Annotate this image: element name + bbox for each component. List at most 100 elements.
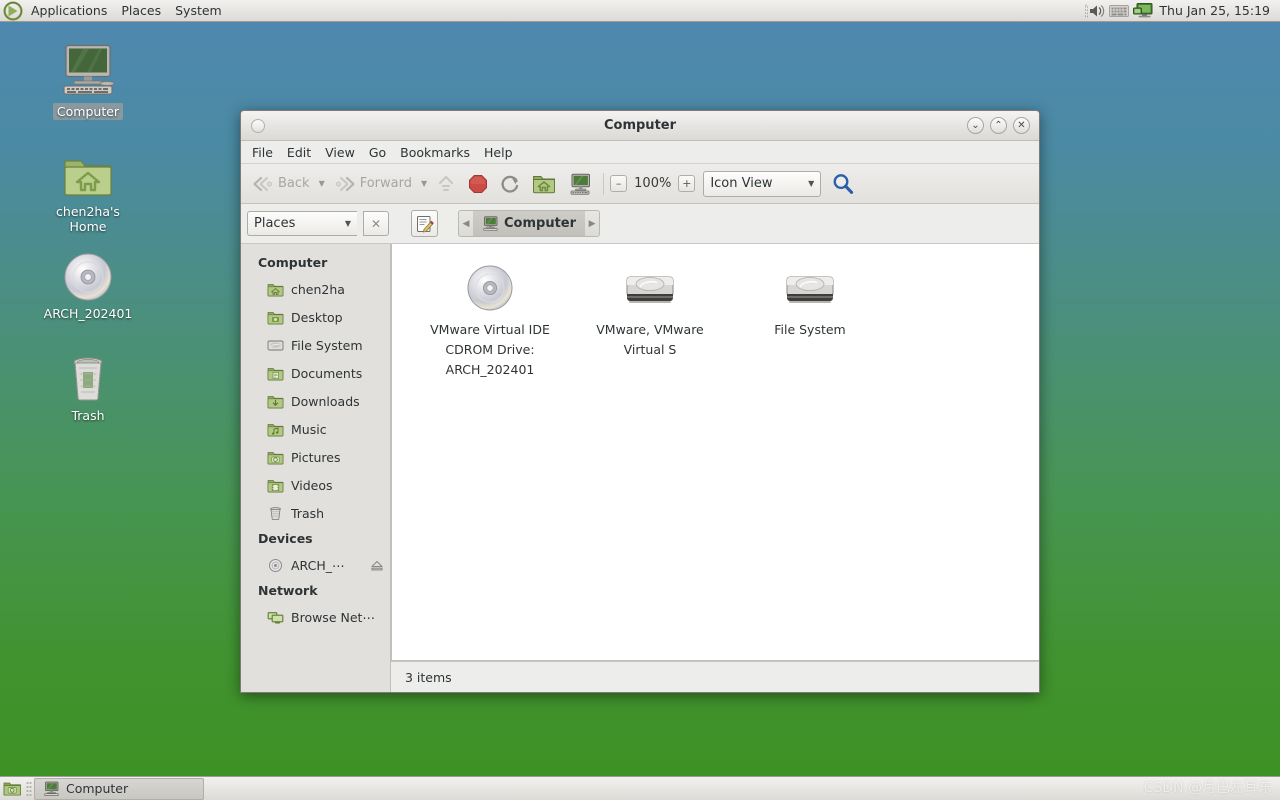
breadcrumb-crumb-computer[interactable]: Computer [473, 210, 586, 237]
desktop-folder-icon [267, 310, 284, 325]
forward-dropdown-icon[interactable]: ▼ [419, 179, 429, 188]
network-monitor-icon[interactable] [1133, 2, 1153, 19]
sidebar-item-arch-device[interactable]: ARCH_⋯ [241, 551, 390, 579]
sidebar-header-network: Network [258, 583, 318, 598]
close-sidebar-button[interactable]: ✕ [363, 211, 389, 236]
up-button[interactable] [431, 171, 461, 197]
file-item-file-system[interactable]: File System [730, 258, 890, 384]
menubar-edit[interactable]: Edit [280, 143, 318, 162]
view-mode-select[interactable]: Icon View ▼ [703, 170, 822, 197]
menubar-help[interactable]: Help [477, 143, 520, 162]
breadcrumb-next-button[interactable]: ▶ [585, 210, 601, 237]
sidebar-item-downloads[interactable]: Downloads [241, 387, 390, 415]
home-folder-icon [32, 142, 144, 200]
volume-speaker-icon[interactable] [1085, 2, 1105, 20]
sidebar-item-videos[interactable]: Videos [241, 471, 390, 499]
window-menu-icon[interactable] [251, 118, 265, 133]
panel-tray: Thu Jan 25, 15:19 [1085, 2, 1280, 20]
pictures-folder-icon [267, 450, 284, 465]
menubar: File Edit View Go Bookmarks Help [241, 141, 1039, 164]
documents-folder-icon [267, 366, 284, 381]
sidebar: Computer chen2ha Desktop File System Doc… [241, 244, 391, 692]
back-button[interactable]: Back [247, 173, 315, 195]
cdrom-disc-icon [416, 262, 564, 314]
menubar-go[interactable]: Go [362, 143, 393, 162]
zoom-level: 100% [634, 176, 672, 191]
location-bar: Places ▼ ✕ ◀ Computer ▶ [241, 204, 1039, 244]
stop-icon [468, 174, 488, 194]
sidebar-item-pictures[interactable]: Pictures [241, 443, 390, 471]
reload-button[interactable] [495, 171, 525, 197]
desktop-icon-trash[interactable]: Trash [32, 346, 144, 424]
sidebar-item-label: Browse Net⋯ [291, 609, 375, 625]
eject-icon[interactable] [370, 559, 384, 572]
chevron-down-icon: ▼ [808, 179, 815, 188]
menu-applications[interactable]: Applications [24, 1, 114, 20]
gnome-foot-icon[interactable] [2, 0, 24, 21]
forward-button[interactable]: Forward [329, 173, 417, 195]
back-label: Back [278, 176, 310, 191]
zoom-out-button[interactable]: – [610, 175, 628, 192]
panel-grip[interactable] [26, 780, 32, 797]
desktop-icon-cdrom[interactable]: ARCH_202401 [32, 244, 144, 322]
breadcrumb-prev-button[interactable]: ◀ [458, 210, 473, 237]
desktop-icon-label: chen2ha's Home [56, 204, 120, 234]
forward-label: Forward [359, 176, 412, 191]
menubar-view[interactable]: View [318, 143, 362, 162]
icon-view[interactable]: VMware Virtual IDE CDROM Drive: ARCH_202… [391, 244, 1039, 661]
minimize-button[interactable]: ⌄ [967, 117, 984, 134]
arrow-left-icon [252, 176, 274, 192]
menubar-file[interactable]: File [245, 143, 280, 162]
stop-button[interactable] [463, 171, 493, 197]
back-dropdown-icon[interactable]: ▼ [317, 179, 327, 188]
home-button[interactable] [527, 170, 561, 197]
trash-icon [32, 346, 144, 404]
close-button[interactable]: ✕ [1013, 117, 1030, 134]
zoom-in-button[interactable]: + [678, 175, 696, 192]
sidebar-item-label: File System [291, 337, 363, 353]
menu-places[interactable]: Places [114, 1, 168, 20]
edit-location-button[interactable] [411, 210, 438, 237]
window-titlebar[interactable]: Computer ⌄ ⌃ ✕ [241, 111, 1039, 141]
view-mode-label: Icon View [710, 176, 773, 191]
music-folder-icon [267, 422, 284, 437]
desktop-icon-label: Trash [71, 408, 105, 423]
toolbar: Back ▼ Forward ▼ – 100% + Icon View ▼ [241, 164, 1039, 204]
file-item-label: VMware Virtual IDE CDROM Drive: ARCH_202… [430, 322, 550, 377]
menubar-bookmarks[interactable]: Bookmarks [393, 143, 477, 162]
places-select[interactable]: Places ▼ [247, 211, 357, 236]
sidebar-item-trash[interactable]: Trash [241, 499, 390, 527]
sidebar-item-desktop[interactable]: Desktop [241, 303, 390, 331]
search-button[interactable] [827, 170, 859, 198]
sidebar-item-file-system[interactable]: File System [241, 331, 390, 359]
file-item-label: File System [774, 322, 846, 337]
show-desktop-icon[interactable] [0, 780, 24, 797]
panel-clock[interactable]: Thu Jan 25, 15:19 [1157, 3, 1272, 18]
desktop-icon-label: ARCH_202401 [43, 306, 133, 321]
sidebar-item-label: chen2ha [291, 281, 345, 297]
sidebar-item-label: Desktop [291, 309, 343, 325]
computer-icon [32, 42, 144, 100]
downloads-folder-icon [267, 394, 284, 409]
window-body: Computer chen2ha Desktop File System Doc… [241, 244, 1039, 692]
sidebar-item-documents[interactable]: Documents [241, 359, 390, 387]
file-item-cdrom[interactable]: VMware Virtual IDE CDROM Drive: ARCH_202… [410, 258, 570, 384]
sidebar-item-label: Pictures [291, 449, 341, 465]
sidebar-item-chen2ha[interactable]: chen2ha [241, 275, 390, 303]
desktop-icon-computer[interactable]: Computer [32, 42, 144, 120]
keyboard-indicator-icon[interactable] [1109, 4, 1130, 18]
sidebar-item-label: Videos [291, 477, 333, 493]
file-manager-window: Computer ⌄ ⌃ ✕ File Edit View Go Bookmar… [240, 110, 1040, 693]
reload-icon [500, 174, 520, 194]
computer-button[interactable] [563, 170, 597, 198]
menu-system[interactable]: System [168, 1, 229, 20]
sidebar-item-browse-network[interactable]: Browse Net⋯ [241, 603, 390, 631]
desktop-icon-home[interactable]: chen2ha's Home [32, 142, 144, 235]
trash-icon [267, 506, 284, 521]
taskbar-window-computer[interactable]: Computer [34, 777, 204, 800]
sidebar-item-music[interactable]: Music [241, 415, 390, 443]
maximize-button[interactable]: ⌃ [990, 117, 1007, 134]
harddisk-icon [736, 262, 884, 314]
file-item-vmware-disk[interactable]: VMware, VMware Virtual S [570, 258, 730, 384]
sidebar-item-label: Trash [291, 505, 325, 521]
